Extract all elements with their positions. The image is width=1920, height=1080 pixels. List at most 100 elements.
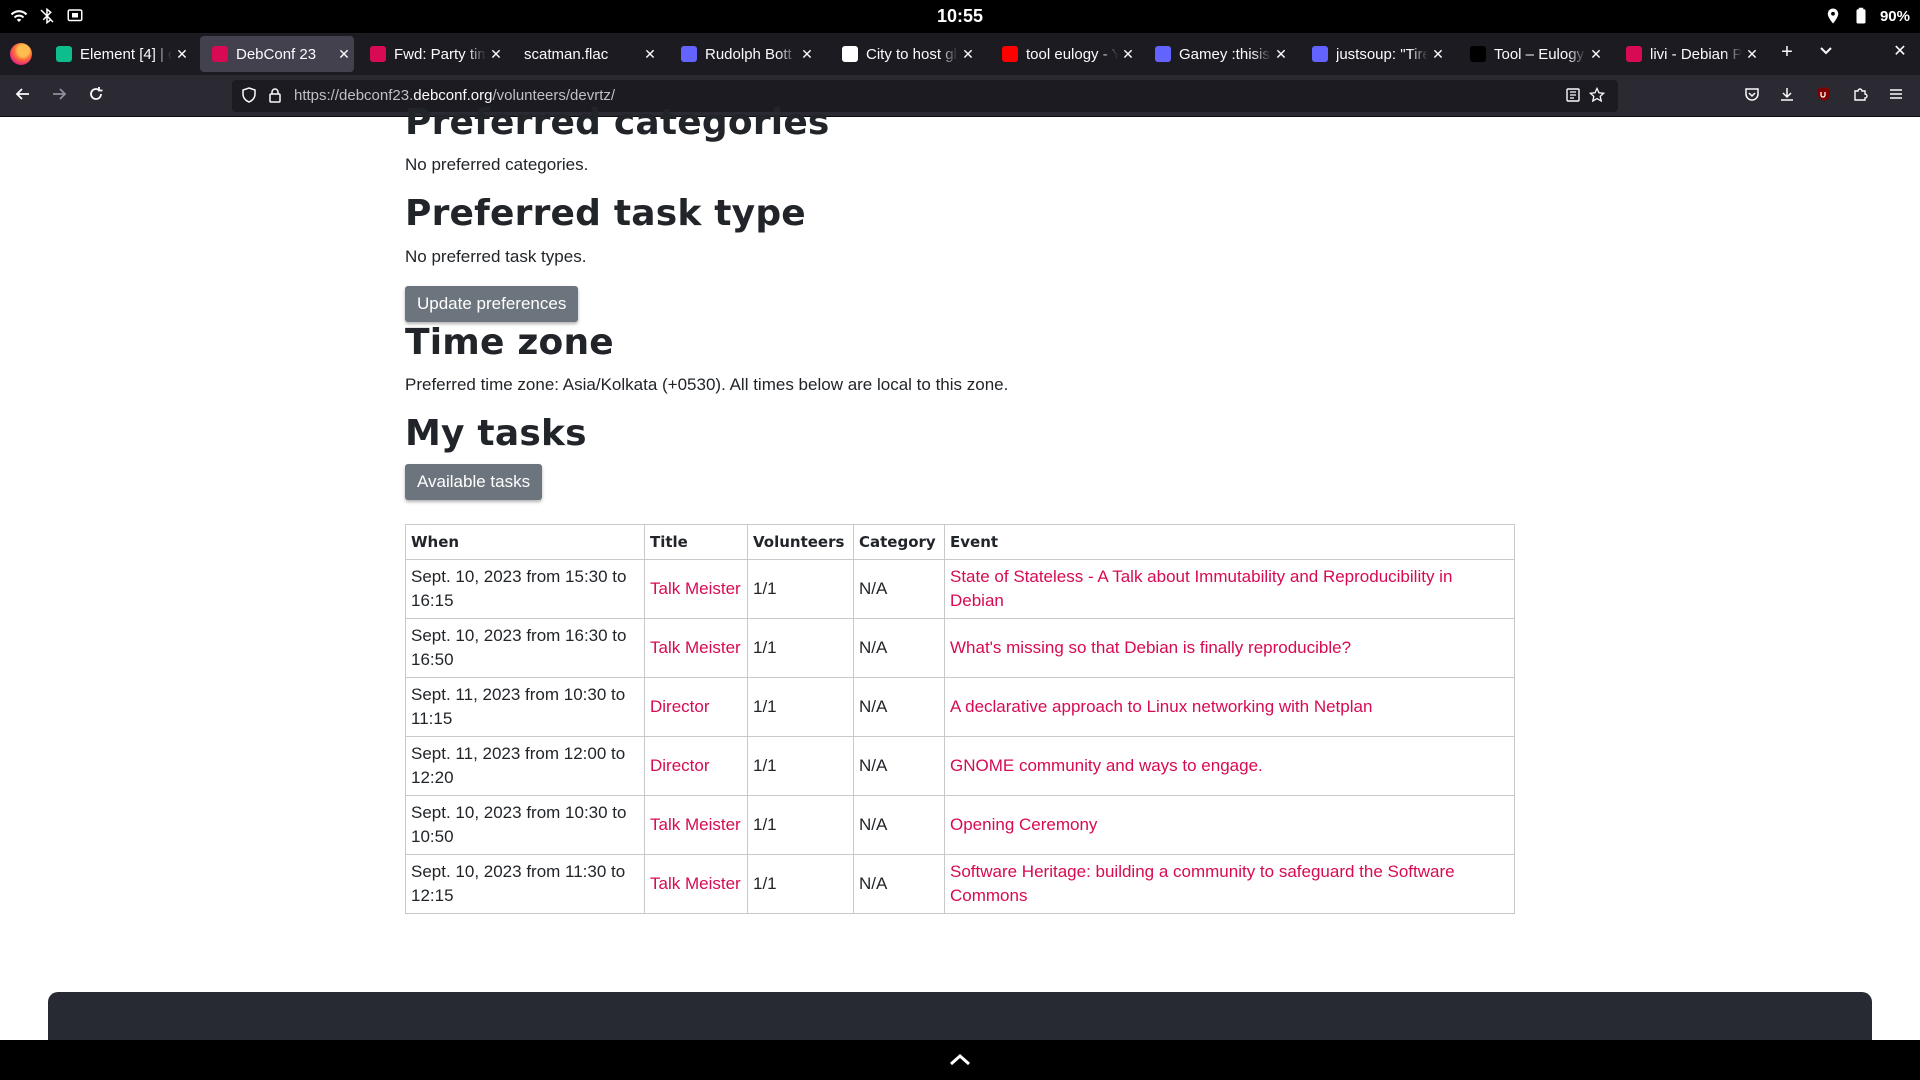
tab-title: Fwd: Party time — [394, 45, 486, 63]
close-tab-icon[interactable]: ✕ — [1118, 46, 1138, 63]
preferred-categories-heading: Preferred categories — [405, 102, 830, 143]
browser-tab[interactable]: scatman.flac ✕ — [512, 36, 660, 72]
tasks-table: When Title Volunteers Category Event Sep… — [405, 524, 1515, 914]
task-title-link[interactable]: Talk Meister — [650, 815, 741, 834]
column-header-volunteers: Volunteers — [747, 524, 854, 560]
column-header-event: Event — [944, 524, 1515, 560]
close-tab-icon[interactable]: ✕ — [640, 46, 660, 63]
app-menu-button[interactable] — [1883, 83, 1909, 109]
available-tasks-button[interactable]: Available tasks — [405, 464, 543, 500]
pocket-button[interactable] — [1739, 83, 1765, 109]
event-link[interactable]: A declarative approach to Linux networki… — [950, 697, 1372, 716]
tab-title: Tool – Eulogy Lyrics — [1494, 45, 1586, 63]
cell-category: N/A — [853, 854, 945, 914]
event-link[interactable]: What's missing so that Debian is finally… — [950, 638, 1351, 657]
tab-title: scatman.flac — [524, 45, 609, 63]
tab-favicon-icon — [1470, 46, 1486, 62]
battery-icon — [1856, 7, 1866, 24]
preferred-categories-text: No preferred categories. — [405, 155, 589, 174]
downloads-button[interactable] — [1774, 83, 1800, 109]
close-tab-icon[interactable]: ✕ — [334, 46, 354, 63]
browser-tab[interactable]: tool eulogy - YouTube✕ — [990, 36, 1138, 72]
tab-title: City to host global — [866, 45, 958, 63]
puzzle-piece-icon — [1854, 88, 1868, 101]
browser-tab[interactable]: livi - Debian Package✕ — [1614, 36, 1762, 72]
list-all-tabs-button[interactable] — [1813, 41, 1839, 64]
tab-title: tool eulogy - YouTube — [1026, 45, 1118, 63]
close-tab-icon[interactable]: ✕ — [958, 46, 978, 63]
ublock-origin-button[interactable] — [1811, 83, 1837, 109]
preferred-task-type-heading: Preferred task type — [405, 193, 806, 234]
task-title-link[interactable]: Director — [650, 697, 710, 716]
event-link[interactable]: Software Heritage: building a community … — [950, 862, 1455, 905]
cell-when: Sept. 11, 2023 from 10:30 to 11:15 — [405, 677, 645, 737]
event-link[interactable]: Opening Ceremony — [950, 815, 1097, 834]
event-link[interactable]: GNOME community and ways to engage. — [950, 756, 1263, 775]
status-clock: 10:55 — [936, 6, 984, 26]
close-tab-icon[interactable]: ✕ — [1742, 46, 1762, 63]
arrow-left-icon — [15, 88, 29, 100]
table-row: Sept. 10, 2023 from 16:30 to 16:50 Talk M… — [405, 618, 1515, 678]
forward-button[interactable] — [46, 83, 72, 109]
close-tab-icon[interactable]: ✕ — [1271, 46, 1291, 63]
cell-event: Opening Ceremony — [944, 795, 1515, 855]
bookmark-star-icon[interactable] — [1588, 86, 1606, 105]
cell-title: Director — [644, 677, 748, 737]
tasks-table-header-row: When Title Volunteers Category Event — [405, 524, 1515, 560]
close-tab-icon[interactable]: ✕ — [797, 46, 817, 63]
browser-tab[interactable]: City to host global✕ — [830, 36, 978, 72]
lock-icon[interactable] — [266, 87, 284, 105]
task-title-link[interactable]: Director — [650, 756, 710, 775]
preferred-task-type-text: No preferred task types. — [405, 247, 587, 266]
browser-tab[interactable]: Gamey :thisisfine:✕ — [1143, 36, 1291, 72]
reader-view-icon[interactable] — [1564, 87, 1582, 105]
cell-volunteers: 1/1 — [747, 854, 854, 914]
task-title-link[interactable]: Talk Meister — [650, 579, 741, 598]
tab-favicon-icon — [370, 46, 386, 62]
column-header-title: Title — [644, 524, 748, 560]
cell-category: N/A — [853, 736, 945, 796]
android-navigation-bar — [0, 1040, 1920, 1080]
close-tab-icon[interactable]: ✕ — [1428, 46, 1448, 63]
close-tab-icon[interactable]: ✕ — [172, 46, 192, 63]
cell-title: Talk Meister — [644, 559, 748, 619]
browser-tab[interactable]: Rudolph Bott (@✕ — [669, 36, 817, 72]
browser-tab[interactable]: Element [4] | debconf✕ — [44, 36, 192, 72]
close-tab-icon[interactable]: ✕ — [1586, 46, 1606, 63]
close-window-button[interactable]: ✕ — [1887, 41, 1913, 61]
browser-tab[interactable]: DebConf 23 ✕ — [200, 36, 354, 72]
cell-when: Sept. 11, 2023 from 12:00 to 12:20 — [405, 736, 645, 796]
update-preferences-button[interactable]: Update preferences — [405, 286, 579, 322]
tab-favicon-icon — [681, 46, 697, 62]
table-row: Sept. 10, 2023 from 11:30 to 12:15 Talk M… — [405, 854, 1515, 914]
column-header-category: Category — [853, 524, 945, 560]
cell-event: State of Stateless - A Talk about Immuta… — [944, 559, 1515, 619]
cell-event: A declarative approach to Linux networki… — [944, 677, 1515, 737]
reload-icon — [90, 87, 103, 100]
cell-volunteers: 1/1 — [747, 736, 854, 796]
tab-favicon-icon — [1312, 46, 1328, 62]
cell-when: Sept. 10, 2023 from 16:30 to 16:50 — [405, 618, 645, 678]
reload-button[interactable] — [83, 83, 109, 109]
cell-when: Sept. 10, 2023 from 10:30 to 10:50 — [405, 795, 645, 855]
shield-icon[interactable] — [240, 87, 258, 105]
event-link[interactable]: State of Stateless - A Talk about Immuta… — [950, 567, 1452, 610]
tab-title: justsoup: "Tired — [1336, 45, 1428, 63]
new-tab-button[interactable]: + — [1774, 41, 1800, 64]
browser-tab[interactable]: Fwd: Party time✕ — [358, 36, 506, 72]
chevron-up-icon[interactable] — [948, 1048, 972, 1072]
cell-category: N/A — [853, 677, 945, 737]
extensions-button[interactable] — [1847, 83, 1873, 109]
browser-tab[interactable]: justsoup: "Tired✕ — [1300, 36, 1448, 72]
task-title-link[interactable]: Talk Meister — [650, 874, 741, 893]
cell-volunteers: 1/1 — [747, 618, 854, 678]
pocket-icon — [1745, 88, 1759, 101]
system-status-bar: 10:55 90% — [0, 0, 1920, 33]
back-button[interactable] — [10, 83, 36, 109]
task-title-link[interactable]: Talk Meister — [650, 638, 741, 657]
hamburger-menu-icon — [1890, 89, 1902, 99]
battery-percent: 90% — [1879, 7, 1910, 25]
close-tab-icon[interactable]: ✕ — [486, 46, 506, 63]
browser-tab[interactable]: Tool – Eulogy Lyrics✕ — [1458, 36, 1606, 72]
tab-title: Rudolph Bott (@ — [705, 45, 797, 63]
